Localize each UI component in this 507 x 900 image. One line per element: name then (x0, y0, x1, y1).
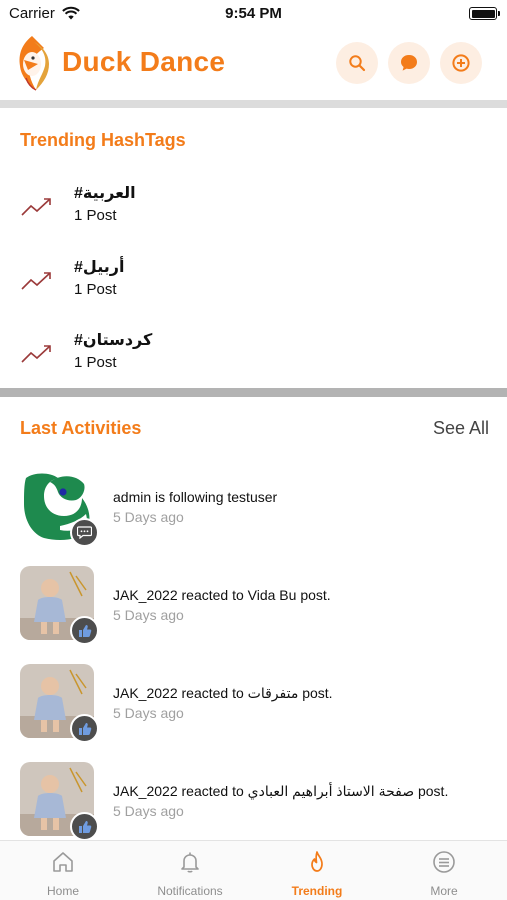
activity-item[interactable]: JAK_2022 reacted to متفرقات post. 5 Days… (20, 664, 490, 749)
activity-time: 5 Days ago (113, 509, 184, 525)
clock: 9:54 PM (225, 5, 282, 22)
activity-text: JAK_2022 reacted to متفرقات post. (113, 685, 333, 701)
trend-up-icon (21, 345, 51, 363)
bottom-tab-bar: Home Notifications Trending More (0, 840, 507, 900)
trending-hashtags-title: Trending HashTags (20, 130, 186, 150)
search-icon (349, 55, 366, 72)
add-circle-icon (452, 54, 470, 72)
tab-label: Home (46, 884, 79, 898)
tab-label: Notifications (157, 884, 223, 898)
create-post-button[interactable] (440, 42, 482, 84)
like-badge (70, 616, 99, 645)
hashtag-item[interactable]: #العربية 1 Post (18, 183, 488, 243)
last-activities-title: Last Activities (20, 418, 142, 438)
activity-item[interactable]: JAK_2022 reacted to صفحة الاستاذ أبراهيم… (20, 762, 490, 847)
activity-text: JAK_2022 reacted to Vida Bu post. (113, 587, 331, 603)
tab-more[interactable]: More (381, 841, 507, 900)
trend-up-icon (21, 198, 51, 216)
like-badge (70, 714, 99, 743)
duck-logo (19, 36, 49, 91)
activity-time: 5 Days ago (113, 803, 184, 819)
see-all-link[interactable]: See All (433, 418, 489, 439)
comment-badge (70, 518, 99, 547)
like-badge (70, 812, 99, 841)
chat-icon (401, 55, 417, 71)
hashtag-item[interactable]: #أربيل 1 Post (18, 257, 488, 317)
menu-icon (433, 851, 455, 873)
hashtag-name: #العربية (74, 185, 136, 202)
tab-trending[interactable]: Trending (254, 841, 380, 900)
like-icon (78, 820, 91, 833)
battery-icon (469, 7, 500, 20)
section-divider (0, 100, 507, 108)
activity-time: 5 Days ago (113, 705, 184, 721)
activity-text: admin is following testuser (113, 489, 278, 505)
hashtag-name: #أربيل (74, 259, 125, 276)
hashtag-post-count: 1 Post (74, 207, 117, 224)
tab-notifications[interactable]: Notifications (127, 841, 253, 900)
tab-label: Trending (291, 884, 343, 898)
hashtag-item[interactable]: #كردستان 1 Post (18, 330, 488, 390)
app-header: Duck Dance (0, 30, 507, 100)
activity-time: 5 Days ago (113, 607, 184, 623)
hashtag-post-count: 1 Post (74, 281, 117, 298)
trend-up-icon (21, 272, 51, 290)
messages-button[interactable] (388, 42, 430, 84)
app-title: Duck Dance (62, 46, 226, 77)
hashtag-name: #كردستان (74, 332, 153, 349)
search-button[interactable] (336, 42, 378, 84)
activity-text: JAK_2022 reacted to صفحة الاستاذ أبراهيم… (113, 783, 449, 799)
tab-home[interactable]: Home (0, 841, 126, 900)
activity-item[interactable]: admin is following testuser 5 Days ago (20, 468, 490, 553)
tab-label: More (430, 884, 458, 898)
status-bar: Carrier 9:54 PM (0, 0, 507, 30)
section-divider (0, 388, 507, 397)
like-icon (78, 722, 91, 735)
like-icon (78, 624, 91, 637)
hashtag-post-count: 1 Post (74, 354, 117, 371)
bell-icon (181, 852, 199, 873)
flame-icon (311, 851, 323, 872)
activity-item[interactable]: JAK_2022 reacted to Vida Bu post. 5 Days… (20, 566, 490, 651)
home-icon (53, 852, 73, 872)
comment-icon (77, 526, 92, 539)
